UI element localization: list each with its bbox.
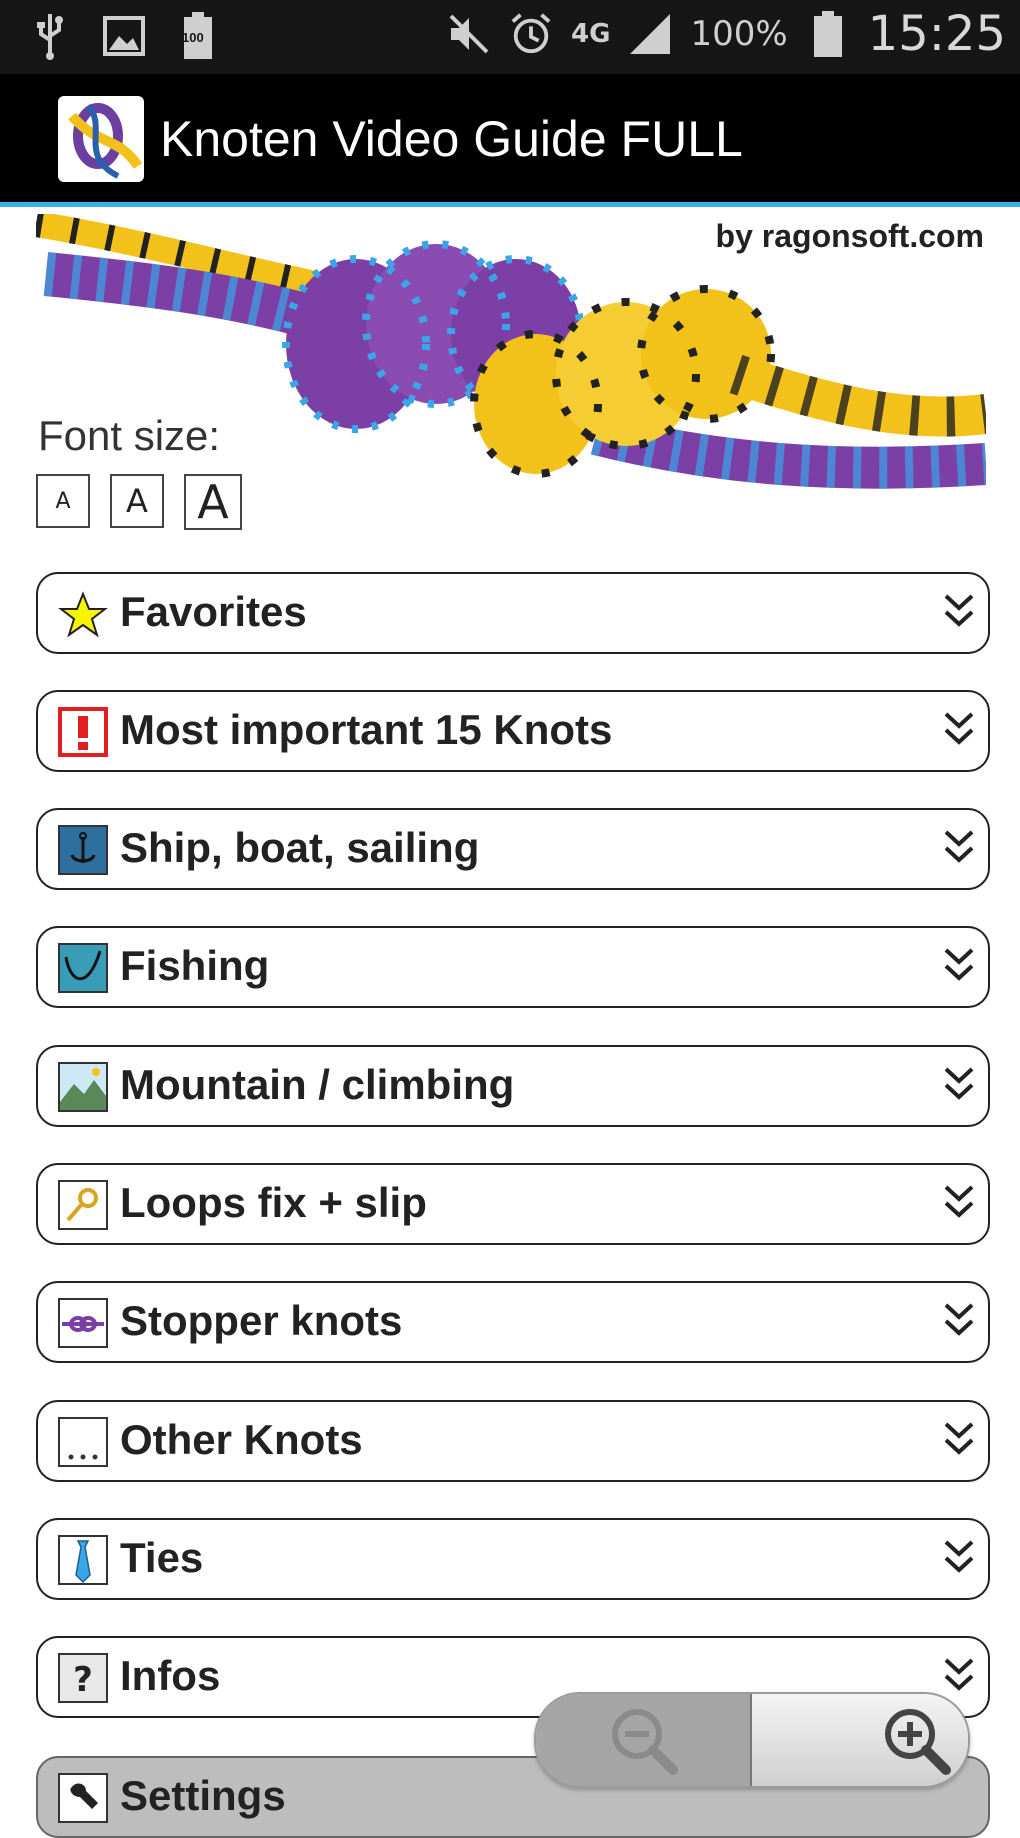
chevron-double-down-icon [944, 948, 974, 981]
category-label: Fishing [120, 942, 270, 989]
byline[interactable]: by ragonsoft.com [716, 218, 984, 255]
signal-icon [628, 8, 672, 60]
mountain-icon [58, 1062, 108, 1112]
zoom-in-icon [885, 1709, 951, 1775]
svg-text:?: ? [73, 1660, 93, 1700]
wrench-icon [58, 1773, 108, 1823]
category-most-important[interactable]: Most important 15 Knots [36, 690, 990, 772]
category-loops[interactable]: Loops fix + slip [36, 1163, 990, 1245]
ellipsis-icon [58, 1417, 108, 1467]
network-type: 4G [571, 19, 611, 49]
zoom-in-button[interactable] [752, 1694, 968, 1786]
fishing-hook-icon [58, 943, 108, 993]
stopper-knot-icon [58, 1298, 108, 1348]
chevron-double-down-icon [944, 1422, 974, 1455]
mute-icon [447, 8, 491, 60]
font-size-label: Font size: [38, 412, 221, 459]
exclamation-icon [58, 707, 108, 757]
status-bar: 100 4G 100% 15:25 [0, 0, 1020, 74]
category-label: Ship, boat, sailing [120, 824, 480, 871]
clock: 15:25 [867, 6, 1006, 62]
category-label: Stopper knots [120, 1297, 403, 1344]
category-mountain-climbing[interactable]: Mountain / climbing [36, 1045, 990, 1127]
chevron-double-down-icon [944, 1658, 974, 1691]
chevron-double-down-icon [944, 1303, 974, 1336]
category-label: Favorites [120, 588, 307, 635]
battery-icon [806, 8, 850, 60]
star-icon [58, 591, 108, 638]
chevron-double-down-icon [944, 1540, 974, 1573]
font-size-medium-button[interactable]: A [110, 474, 164, 528]
alarm-icon [509, 8, 553, 60]
app-logo-icon[interactable] [58, 96, 144, 182]
category-favorites[interactable]: Favorites [36, 572, 990, 654]
chevron-double-down-icon [944, 712, 974, 745]
loop-icon [58, 1180, 108, 1230]
battery-level-label: 100 [182, 30, 204, 45]
anchor-icon [58, 825, 108, 875]
chevron-double-down-icon [944, 830, 974, 863]
category-label: Most important 15 Knots [120, 706, 613, 753]
category-ship-boat-sailing[interactable]: Ship, boat, sailing [36, 808, 990, 890]
battery-percent: 100% [690, 14, 788, 54]
category-fishing[interactable]: Fishing [36, 926, 990, 1008]
category-label: Loops fix + slip [120, 1179, 427, 1226]
action-bar: Knoten Video Guide FULL [0, 74, 1020, 207]
image-icon [102, 10, 146, 62]
zoom-out-button[interactable] [536, 1694, 752, 1786]
category-ties[interactable]: Ties [36, 1518, 990, 1600]
knot-banner-image [36, 214, 986, 489]
category-label: Mountain / climbing [120, 1061, 515, 1108]
chevron-double-down-icon [944, 1185, 974, 1218]
battery-full-icon: 100 [176, 10, 220, 62]
question-icon: ? [58, 1653, 108, 1703]
category-stopper-knots[interactable]: Stopper knots [36, 1281, 990, 1363]
chevron-double-down-icon [944, 594, 974, 627]
app-title: Knoten Video Guide FULL [160, 111, 743, 167]
category-other-knots[interactable]: Other Knots [36, 1400, 990, 1482]
category-label: Infos [120, 1652, 221, 1699]
font-size-small-button[interactable]: A [36, 474, 90, 528]
necktie-icon [58, 1535, 108, 1585]
zoom-out-icon [612, 1709, 678, 1775]
usb-icon [28, 10, 72, 62]
font-size-large-button[interactable]: A [184, 474, 242, 530]
zoom-control [534, 1692, 970, 1788]
category-label: Other Knots [120, 1416, 363, 1463]
chevron-double-down-icon [944, 1067, 974, 1100]
category-label: Ties [120, 1534, 204, 1581]
